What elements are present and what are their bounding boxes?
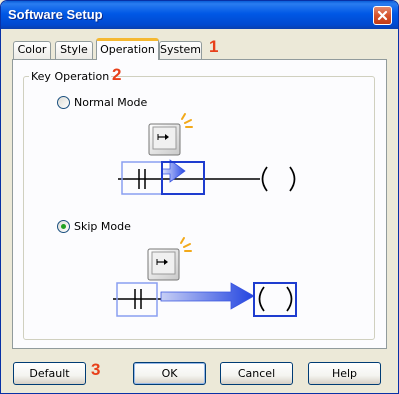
software-setup-dialog: Software Setup Color Style Operation Sys… bbox=[0, 0, 399, 394]
key-press-sparkle-icon bbox=[181, 113, 193, 128]
skip-mode-diagram bbox=[113, 237, 297, 317]
key-operation-illustrations bbox=[113, 113, 297, 317]
enter-key-icon bbox=[147, 248, 180, 281]
callout-1: 1 bbox=[209, 37, 219, 56]
callout-2: 2 bbox=[112, 65, 122, 84]
enter-key-icon bbox=[148, 123, 181, 156]
key-press-sparkle-icon bbox=[180, 237, 192, 252]
callout-3: 3 bbox=[91, 360, 101, 379]
normal-mode-diagram bbox=[118, 113, 296, 195]
